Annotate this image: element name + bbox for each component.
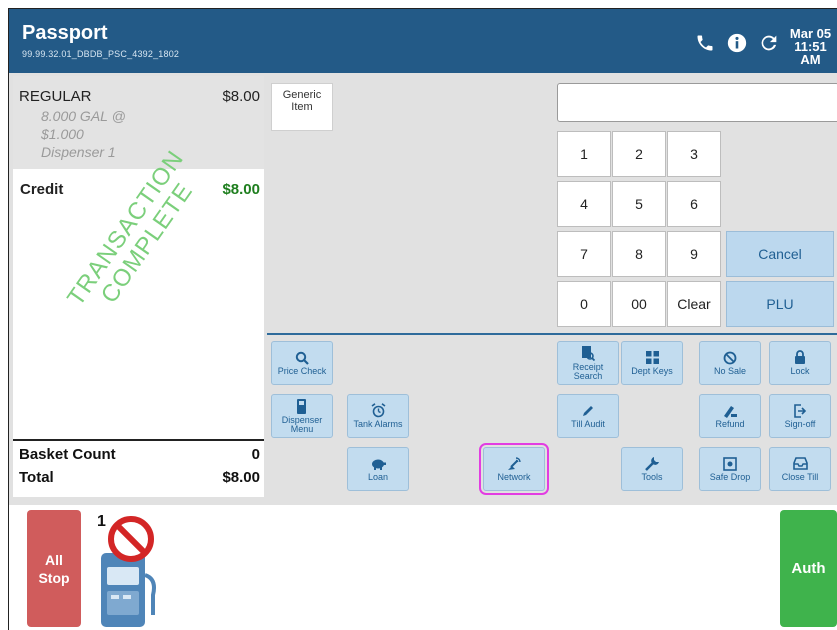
payment-label: Credit [20, 181, 64, 198]
transaction-complete-stamp: TRANSACTION COMPLETE [62, 146, 211, 326]
dept-keys-label: Dept Keys [631, 366, 673, 376]
refund-icon [722, 403, 738, 418]
app-title: Passport [22, 22, 108, 44]
item-name: REGULAR [19, 88, 92, 105]
receipt-search-icon [581, 345, 595, 361]
info-icon[interactable] [725, 31, 749, 55]
dispenser-menu-button[interactable]: Dispenser Menu [271, 394, 333, 438]
lock-label: Lock [790, 366, 810, 376]
loan-button[interactable]: Loan [347, 447, 409, 491]
close-till-button[interactable]: Close Till [769, 447, 831, 491]
till-audit-button[interactable]: Till Audit [557, 394, 619, 438]
payment-amount: $8.00 [222, 181, 260, 198]
key-8[interactable]: 8 [612, 231, 666, 277]
safe-icon [723, 456, 737, 471]
close-till-label: Close Till [781, 472, 819, 482]
fuel-bar: All Stop 1 Auth [9, 505, 837, 630]
refund-label: Refund [715, 419, 745, 429]
wrench-icon [644, 456, 660, 471]
price-check-label: Price Check [277, 366, 327, 376]
sign-off-icon [793, 403, 807, 418]
key-7[interactable]: 7 [557, 231, 611, 277]
no-sale-button[interactable]: No Sale [699, 341, 761, 385]
all-stop-label-1: All [45, 551, 63, 568]
pen-icon [581, 403, 595, 418]
satellite-icon [506, 456, 522, 471]
plu-button[interactable]: PLU [726, 281, 834, 327]
dispenser-menu-label-2: Menu [290, 423, 314, 434]
generic-item-label-1: Generic [282, 89, 322, 101]
tray-icon [792, 456, 808, 471]
grid-icon [645, 350, 659, 365]
time-text: 11:51 AM [794, 39, 827, 67]
network-label: Network [497, 472, 531, 482]
item-quantity: 8.000 GAL @ [41, 108, 126, 124]
all-stop-button[interactable]: All Stop [27, 510, 81, 627]
refund-button[interactable]: Refund [699, 394, 761, 438]
key-5[interactable]: 5 [612, 181, 666, 227]
no-sale-label: No Sale [713, 366, 747, 376]
magnifier-icon [295, 350, 309, 365]
dept-keys-button[interactable]: Dept Keys [621, 341, 683, 385]
refresh-icon[interactable] [757, 31, 781, 55]
all-stop-label-2: Stop [38, 569, 70, 586]
price-check-button[interactable]: Price Check [271, 341, 333, 385]
totals-panel: Basket Count 0 Total $8.00 [13, 439, 264, 497]
clear-button[interactable]: Clear [667, 281, 721, 327]
tools-label: Tools [641, 472, 663, 482]
lock-icon [794, 350, 806, 365]
generic-item-label-2: Item [291, 101, 313, 113]
receipt-search-button[interactable]: Receipt Search [557, 341, 619, 385]
receipt-panel: REGULAR $8.00 8.000 GAL @ $1.000 Dispens… [13, 76, 264, 481]
lock-button[interactable]: Lock [769, 341, 831, 385]
basket-count-label: Basket Count [19, 446, 116, 463]
total-label: Total [19, 469, 54, 486]
basket-count-value: 0 [251, 446, 260, 463]
keypad-entry-field[interactable] [557, 83, 837, 122]
function-divider [267, 333, 837, 335]
item-unit-price: $1.000 [41, 126, 84, 142]
auth-button[interactable]: Auth [780, 510, 837, 627]
key-2[interactable]: 2 [612, 131, 666, 177]
safe-drop-label: Safe Drop [709, 472, 751, 482]
loan-label: Loan [367, 472, 389, 482]
key-9[interactable]: 9 [667, 231, 721, 277]
key-6[interactable]: 6 [667, 181, 721, 227]
key-00[interactable]: 00 [612, 281, 666, 327]
item-price: $8.00 [222, 88, 260, 105]
no-sale-icon [723, 350, 737, 365]
tools-button[interactable]: Tools [621, 447, 683, 491]
alarm-clock-icon [371, 403, 386, 418]
sign-off-button[interactable]: Sign-off [769, 394, 831, 438]
key-0[interactable]: 0 [557, 281, 611, 327]
cancel-button[interactable]: Cancel [726, 231, 834, 277]
dispenser-1-button[interactable] [97, 515, 159, 627]
pos-window: Passport 99.99.32.01_DBDB_PSC_4392_1802 … [8, 8, 837, 630]
fuel-line-item[interactable]: REGULAR $8.00 8.000 GAL @ $1.000 Dispens… [13, 76, 264, 169]
network-button[interactable]: Network [479, 443, 549, 495]
sign-off-label: Sign-off [784, 419, 816, 429]
title-bar: Passport 99.99.32.01_DBDB_PSC_4392_1802 … [9, 9, 837, 73]
till-audit-label: Till Audit [571, 419, 605, 429]
key-4[interactable]: 4 [557, 181, 611, 227]
item-dispenser: Dispenser 1 [41, 144, 116, 160]
dispenser-icon [296, 398, 308, 414]
fuel-pump-icon [101, 516, 156, 627]
dispenser-number: 1 [97, 513, 106, 530]
key-1[interactable]: 1 [557, 131, 611, 177]
tank-alarms-button[interactable]: Tank Alarms [347, 394, 409, 438]
key-3[interactable]: 3 [667, 131, 721, 177]
version-string: 99.99.32.01_DBDB_PSC_4392_1802 [22, 49, 180, 59]
piggy-bank-icon [370, 456, 386, 471]
total-value: $8.00 [222, 469, 260, 486]
tank-alarms-label: Tank Alarms [353, 419, 403, 429]
generic-item-button[interactable]: Generic Item [271, 83, 333, 131]
receipt-search-label-2: Search [573, 370, 603, 381]
date-time: Mar 05 11:51 AM [783, 27, 837, 66]
phone-icon[interactable] [693, 31, 717, 55]
safe-drop-button[interactable]: Safe Drop [699, 447, 761, 491]
